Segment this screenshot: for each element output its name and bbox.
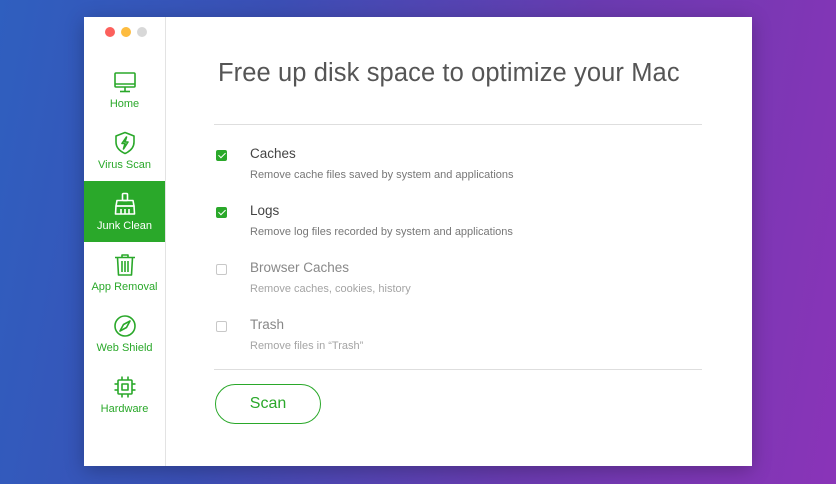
app-window: Home Virus Scan Junk Clean App Removal W… <box>84 17 752 466</box>
sidebar-item-label: Web Shield <box>96 341 153 354</box>
sidebar-item-hardware[interactable]: Hardware <box>84 364 165 425</box>
sidebar-item-home[interactable]: Home <box>84 59 165 120</box>
close-window-button[interactable] <box>105 27 115 37</box>
option-description: Remove files in “Trash” <box>250 340 364 352</box>
option-description: Remove caches, cookies, history <box>250 283 411 295</box>
sidebar-item-web-shield[interactable]: Web Shield <box>84 303 165 364</box>
option-label: Trash <box>250 317 285 332</box>
sidebar-item-label: Junk Clean <box>96 219 153 232</box>
option-label: Logs <box>250 203 280 218</box>
chip-icon <box>114 376 135 397</box>
sidebar-item-junk-clean[interactable]: Junk Clean <box>84 181 165 242</box>
main-panel: Free up disk space to optimize your Mac … <box>166 17 752 466</box>
window-controls <box>105 27 147 37</box>
option-description: Remove log files recorded by system and … <box>250 226 513 238</box>
caches-checkbox[interactable] <box>216 150 227 161</box>
shield-bolt-icon <box>114 131 135 154</box>
option-label: Browser Caches <box>250 260 350 275</box>
broom-icon <box>114 192 135 215</box>
option-description: Remove cache files saved by system and a… <box>250 169 514 181</box>
page-title: Free up disk space to optimize your Mac <box>218 59 680 87</box>
option-label: Caches <box>250 146 296 161</box>
compass-icon <box>113 314 136 337</box>
sidebar-item-label: Virus Scan <box>98 158 151 171</box>
browser-caches-checkbox[interactable] <box>216 264 227 275</box>
sidebar-item-app-removal[interactable]: App Removal <box>84 242 165 303</box>
logs-checkbox[interactable] <box>216 207 227 218</box>
minimize-window-button[interactable] <box>121 27 131 37</box>
monitor-icon <box>113 71 136 92</box>
trash-icon <box>114 253 135 276</box>
top-divider <box>214 124 702 125</box>
sidebar-nav: Home Virus Scan Junk Clean App Removal W… <box>84 59 165 425</box>
zoom-window-button[interactable] <box>137 27 147 37</box>
scan-button[interactable]: Scan <box>215 384 321 424</box>
sidebar-item-label: App Removal <box>91 280 158 293</box>
sidebar-item-label: Home <box>109 97 140 110</box>
trash-checkbox[interactable] <box>216 321 227 332</box>
sidebar-item-virus-scan[interactable]: Virus Scan <box>84 120 165 181</box>
sidebar: Home Virus Scan Junk Clean App Removal W… <box>84 17 166 466</box>
bottom-divider <box>214 369 702 370</box>
sidebar-item-label: Hardware <box>100 402 149 415</box>
